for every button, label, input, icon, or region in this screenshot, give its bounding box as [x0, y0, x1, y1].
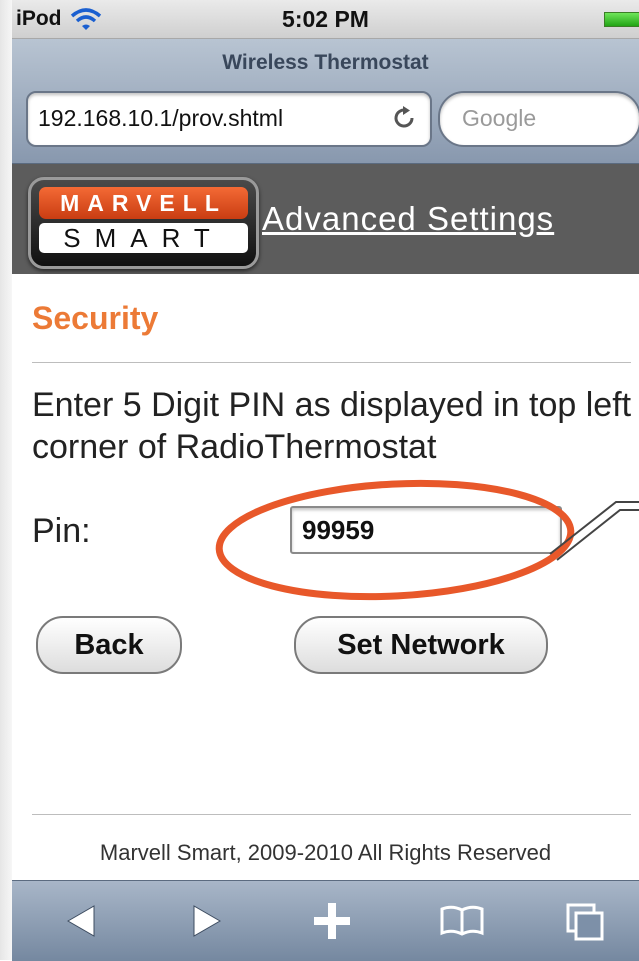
logo-top-text: MARVELL	[39, 187, 248, 219]
search-placeholder: Google	[462, 105, 537, 131]
status-time: 5:02 PM	[282, 6, 369, 32]
copyright-footer: Marvell Smart, 2009-2010 All Rights Rese…	[99, 840, 552, 865]
pin-input[interactable]	[290, 506, 562, 554]
address-field[interactable]: 192.168.10.1/prov.shtml	[26, 91, 432, 147]
pin-highlight-annotation	[215, 479, 639, 601]
pin-instructions: Enter 5 Digit PIN as displayed in top le…	[32, 386, 632, 466]
divider	[32, 814, 631, 815]
browser-toolbar	[12, 880, 639, 961]
section-heading: Security	[32, 300, 159, 336]
status-bar: iPod 5:02 PM	[12, 0, 639, 39]
back-button[interactable]: Back	[36, 616, 182, 674]
pin-label: Pin:	[32, 512, 91, 550]
divider	[32, 362, 631, 363]
battery-icon	[604, 12, 639, 27]
add-bookmark-icon[interactable]	[306, 895, 358, 947]
page-header: MARVELL SMART Advanced Settings	[12, 164, 639, 274]
url-text: 192.168.10.1/prov.shtml	[38, 105, 284, 131]
back-arrow-icon[interactable]	[56, 895, 108, 947]
logo-bottom-text: SMART	[39, 223, 248, 253]
forward-arrow-icon[interactable]	[180, 895, 232, 947]
pages-icon[interactable]	[560, 895, 612, 947]
marvell-smart-logo: MARVELL SMART	[28, 177, 259, 269]
page-content: Security Enter 5 Digit PIN as displayed …	[12, 274, 639, 880]
device-screen: iPod 5:02 PM Wireless Thermostat 192.168…	[12, 0, 639, 961]
set-network-button[interactable]: Set Network	[294, 616, 548, 674]
search-field[interactable]: Google	[438, 91, 639, 147]
reload-icon[interactable]	[390, 104, 418, 132]
page-title: Wireless Thermostat	[222, 51, 429, 74]
bookmarks-icon[interactable]	[436, 895, 488, 947]
screen-frame-shadow	[0, 0, 12, 960]
browser-title-bar: Wireless Thermostat 192.168.10.1/prov.sh…	[12, 39, 639, 164]
advanced-settings-link[interactable]: Advanced Settings	[262, 200, 554, 238]
